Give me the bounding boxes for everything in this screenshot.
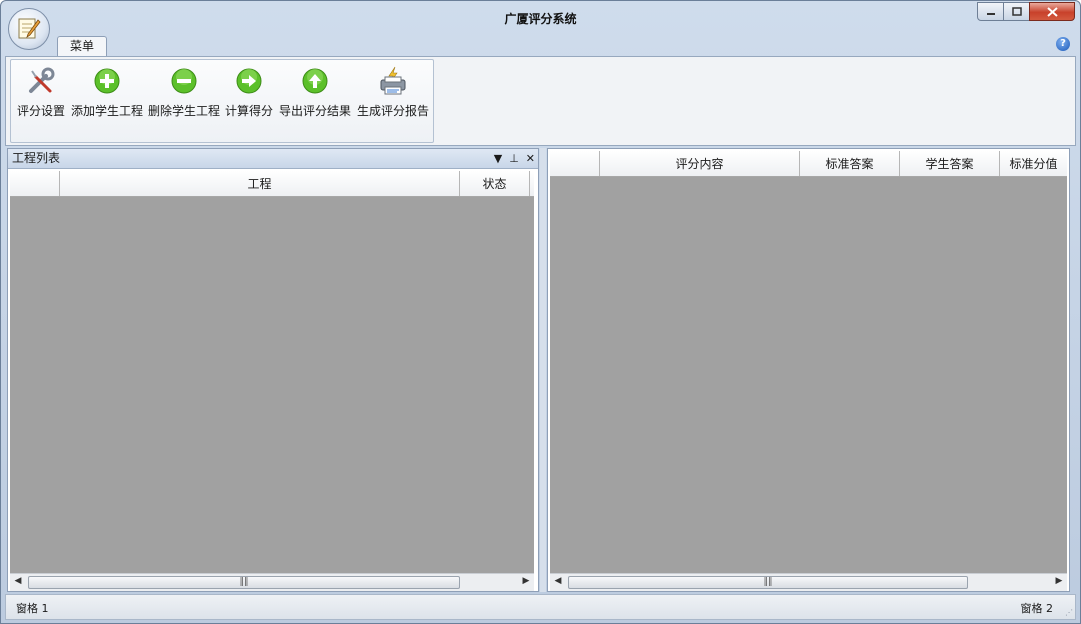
tab-menu[interactable]: 菜单 bbox=[57, 36, 107, 57]
calculate-score-button[interactable]: 计算得分 bbox=[225, 66, 273, 122]
scoring-grid-header: 评分内容 标准答案 学生答案 标准分值 bbox=[550, 151, 1067, 177]
close-button[interactable] bbox=[1029, 2, 1075, 21]
minimize-icon bbox=[986, 12, 995, 15]
tool-label: 生成评分报告 bbox=[357, 104, 430, 118]
column-student-answer[interactable]: 学生答案 bbox=[900, 151, 1000, 176]
workspace: 工程列表 ▼ ⊥ ✕ 工程 状态 ◀ ‖‖ ▶ 评分内容 标准答案 学生答案 标… bbox=[7, 148, 1074, 592]
pane-header: 工程列表 ▼ ⊥ ✕ bbox=[8, 149, 538, 169]
wrench-screwdriver-icon bbox=[29, 67, 55, 93]
window-title: 广厦评分系统 bbox=[504, 12, 577, 26]
maximize-button[interactable] bbox=[1003, 2, 1030, 21]
column-standard-score[interactable]: 标准分值 bbox=[1000, 151, 1067, 176]
scroll-thumb[interactable]: ‖‖ bbox=[28, 576, 460, 589]
plus-circle-icon bbox=[94, 68, 120, 94]
help-icon[interactable]: ? bbox=[1056, 37, 1070, 51]
app-menu-button[interactable] bbox=[8, 8, 50, 50]
arrow-up-circle-icon bbox=[302, 68, 328, 94]
tool-label: 评分设置 bbox=[17, 104, 66, 118]
tool-label: 计算得分 bbox=[225, 104, 274, 118]
close-icon bbox=[1046, 6, 1058, 17]
resize-grip-icon[interactable]: ⋰ bbox=[1065, 608, 1073, 617]
notepad-pencil-icon bbox=[18, 18, 41, 39]
close-pane-icon[interactable]: ✕ bbox=[526, 149, 535, 168]
ribbon: 评分设置 添加学生工程 删除学生工程 计算得分 导出评分结果 生成评分报告 bbox=[5, 56, 1076, 146]
row-header-column[interactable] bbox=[10, 171, 60, 196]
tool-label: 添加学生工程 bbox=[71, 104, 144, 118]
status-bar: 窗格 1 窗格 2 ⋰ bbox=[5, 594, 1076, 620]
scroll-left-icon[interactable]: ◀ bbox=[552, 576, 564, 586]
pane-controls: ▼ ⊥ ✕ bbox=[494, 149, 535, 168]
column-status[interactable]: 状态 bbox=[460, 171, 530, 196]
tool-label: 删除学生工程 bbox=[148, 104, 221, 118]
add-student-project-button[interactable]: 添加学生工程 bbox=[71, 66, 143, 122]
column-scoring-content[interactable]: 评分内容 bbox=[600, 151, 800, 176]
arrow-right-circle-icon bbox=[236, 68, 262, 94]
project-grid-hscrollbar[interactable]: ◀ ‖‖ ▶ bbox=[10, 573, 534, 591]
export-results-button[interactable]: 导出评分结果 bbox=[279, 66, 351, 122]
pane-splitter[interactable] bbox=[540, 148, 546, 592]
column-standard-answer[interactable]: 标准答案 bbox=[800, 151, 900, 176]
project-grid-body[interactable] bbox=[10, 197, 534, 573]
row-header-column[interactable] bbox=[550, 151, 600, 176]
generate-report-button[interactable]: 生成评分报告 bbox=[357, 66, 429, 122]
pin-icon[interactable]: ⊥ bbox=[509, 149, 519, 168]
status-pane-2: 窗格 2 bbox=[1020, 602, 1054, 615]
scroll-left-icon[interactable]: ◀ bbox=[12, 576, 24, 586]
scroll-right-icon[interactable]: ▶ bbox=[1053, 576, 1065, 586]
scoring-grid-hscrollbar[interactable]: ◀ ‖‖ ▶ bbox=[550, 573, 1067, 591]
dropdown-arrow-icon[interactable]: ▼ bbox=[494, 149, 502, 168]
scoring-settings-button[interactable]: 评分设置 bbox=[17, 66, 65, 122]
scroll-thumb[interactable]: ‖‖ bbox=[568, 576, 968, 589]
tool-label: 导出评分结果 bbox=[279, 104, 352, 118]
app-window: 广厦评分系统 菜单 ? 评分设置 添加学生工程 删除学生工程 计算得分 导出评分… bbox=[0, 0, 1081, 624]
delete-student-project-button[interactable]: 删除学生工程 bbox=[148, 66, 220, 122]
status-pane-1: 窗格 1 bbox=[16, 602, 49, 615]
scoring-detail-pane: 评分内容 标准答案 学生答案 标准分值 ◀ ‖‖ ▶ bbox=[547, 148, 1070, 592]
column-project[interactable]: 工程 bbox=[60, 171, 460, 196]
maximize-icon bbox=[1011, 7, 1022, 16]
scroll-right-icon[interactable]: ▶ bbox=[520, 576, 532, 586]
window-controls bbox=[977, 2, 1075, 21]
title-bar: 广厦评分系统 bbox=[1, 1, 1080, 35]
pane-title: 工程列表 bbox=[12, 151, 61, 165]
minimize-button[interactable] bbox=[977, 2, 1004, 21]
ribbon-tabstrip: 菜单 ? bbox=[5, 34, 1076, 57]
project-grid-header: 工程 状态 bbox=[10, 171, 534, 197]
ribbon-group: 评分设置 添加学生工程 删除学生工程 计算得分 导出评分结果 生成评分报告 bbox=[10, 59, 434, 143]
minus-circle-icon bbox=[171, 68, 197, 94]
printer-icon bbox=[380, 66, 406, 95]
project-list-pane: 工程列表 ▼ ⊥ ✕ 工程 状态 ◀ ‖‖ ▶ bbox=[7, 148, 539, 592]
scoring-grid-body[interactable] bbox=[550, 177, 1067, 573]
